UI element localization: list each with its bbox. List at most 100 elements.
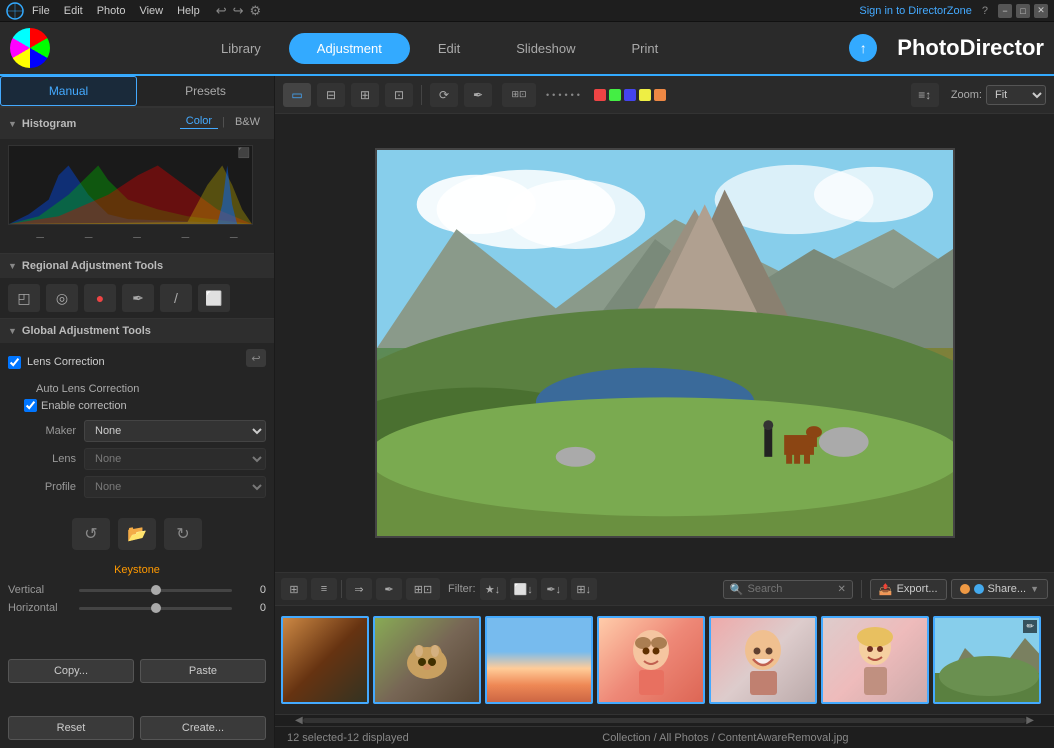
- color-label-red[interactable]: [594, 89, 606, 101]
- maximize-button[interactable]: □: [1016, 4, 1030, 18]
- regional-section-header[interactable]: ▼ Regional Adjustment Tools: [0, 253, 274, 278]
- filter-flag-btn[interactable]: ⬜↓: [510, 578, 537, 600]
- view-compare-btn[interactable]: ⊟: [317, 83, 345, 107]
- menu-help[interactable]: Help: [177, 5, 200, 17]
- global-section-header[interactable]: ▼ Global Adjustment Tools: [0, 318, 274, 343]
- reset-button[interactable]: Reset: [8, 716, 134, 740]
- vertical-thumb[interactable]: [151, 585, 161, 595]
- profile-select[interactable]: None: [84, 476, 266, 498]
- paste-button[interactable]: Paste: [140, 659, 266, 683]
- color-btn[interactable]: Color: [180, 114, 218, 129]
- brush-tool[interactable]: ✒: [122, 284, 154, 312]
- thumbnail-1[interactable]: [373, 616, 481, 704]
- displayed-count: 12 displayed: [347, 732, 409, 744]
- histogram-arrow: ▼: [8, 119, 17, 129]
- radial-tool[interactable]: ◎: [46, 284, 78, 312]
- minimize-button[interactable]: −: [998, 4, 1012, 18]
- close-button[interactable]: ✕: [1034, 4, 1048, 18]
- rotate-right-icon[interactable]: ↻: [164, 518, 202, 550]
- vertical-slider[interactable]: [79, 589, 232, 592]
- undo-icon[interactable]: ↩: [216, 3, 227, 19]
- nav-tabs: Library Adjustment Edit Slideshow Print: [193, 33, 686, 64]
- eye-tool[interactable]: ●: [84, 284, 116, 312]
- thumbnail-4[interactable]: [709, 616, 817, 704]
- eraser-tool[interactable]: /: [160, 284, 192, 312]
- color-label-orange[interactable]: [654, 89, 666, 101]
- bw-btn[interactable]: B&W: [229, 115, 266, 129]
- gradient-tool[interactable]: ◰: [8, 284, 40, 312]
- menu-edit[interactable]: Edit: [64, 5, 83, 17]
- tab-edit[interactable]: Edit: [410, 33, 488, 64]
- before-after-btn[interactable]: ⊞⊡: [502, 83, 536, 107]
- flag-btn[interactable]: ⊞⊡: [406, 578, 440, 600]
- vertical-slider-row: Vertical 0: [8, 584, 266, 596]
- thumbnail-6[interactable]: ✏: [933, 616, 1041, 704]
- menu-view[interactable]: View: [139, 5, 163, 17]
- right-tools: ≡↕ Zoom: Fit 25% 50% 100% 200%: [911, 83, 1046, 107]
- clear-search-btn[interactable]: ✕: [837, 584, 845, 595]
- color-label-blue[interactable]: [624, 89, 636, 101]
- export-button[interactable]: 📤 Export...: [870, 579, 947, 600]
- histogram-expand-icon[interactable]: ⬛: [238, 148, 250, 159]
- tag-btn[interactable]: ⇒: [346, 578, 372, 600]
- create-button[interactable]: Create...: [140, 716, 266, 740]
- rotate-tool-btn[interactable]: ⟳: [430, 83, 458, 107]
- search-divider: [861, 580, 862, 598]
- share-button[interactable]: Share... ▼: [951, 579, 1048, 599]
- color-label-yellow[interactable]: [639, 89, 651, 101]
- tab-print[interactable]: Print: [604, 33, 687, 64]
- thumbnail-2[interactable]: [485, 616, 593, 704]
- tab-adjustment[interactable]: Adjustment: [289, 33, 410, 64]
- rate-btn[interactable]: ✒: [376, 578, 402, 600]
- lens-checkbox[interactable]: [8, 356, 21, 369]
- histogram-section-header[interactable]: ▼ Histogram Color | B&W: [0, 107, 274, 139]
- zoom-select[interactable]: Fit 25% 50% 100% 200%: [986, 85, 1046, 105]
- share-dropdown-arrow[interactable]: ▼: [1030, 584, 1039, 594]
- filter-star-btn[interactable]: ★↓: [480, 578, 506, 600]
- rotate-left-icon[interactable]: ↺: [72, 518, 110, 550]
- scroll-right-btn[interactable]: ▶: [1026, 715, 1034, 726]
- menu-file[interactable]: File: [32, 5, 50, 17]
- list-btn[interactable]: ≡: [311, 578, 337, 600]
- thumbnail-0[interactable]: [281, 616, 369, 704]
- search-input[interactable]: [747, 583, 837, 595]
- thumbnail-3[interactable]: [597, 616, 705, 704]
- profile-label: Profile: [16, 481, 76, 493]
- filmstrip-btn[interactable]: ⊞: [281, 578, 307, 600]
- menu-photo[interactable]: Photo: [97, 5, 126, 17]
- horizontal-thumb[interactable]: [151, 603, 161, 613]
- open-folder-icon[interactable]: 📂: [118, 518, 156, 550]
- mask-tool[interactable]: ⬜: [198, 284, 230, 312]
- filter-color-btn[interactable]: ✒↓: [541, 578, 567, 600]
- help-icon[interactable]: ?: [982, 5, 988, 17]
- sort-btn[interactable]: ≡↕: [911, 83, 939, 107]
- settings-icon[interactable]: ⚙: [250, 3, 262, 19]
- tab-slideshow[interactable]: Slideshow: [488, 33, 603, 64]
- maker-select[interactable]: None: [84, 420, 266, 442]
- lens-select[interactable]: None: [84, 448, 266, 470]
- tab-manual[interactable]: Manual: [0, 76, 137, 106]
- lens-undo-button[interactable]: ↩: [246, 349, 266, 367]
- scroll-track[interactable]: [303, 718, 1027, 723]
- horizontal-slider[interactable]: [79, 607, 232, 610]
- copy-button[interactable]: Copy...: [8, 659, 134, 683]
- dot-group: • • • • • •: [546, 90, 580, 100]
- filter-more-btn[interactable]: ⊞↓: [571, 578, 597, 600]
- view-single-btn[interactable]: ▭: [283, 83, 311, 107]
- color-label-green[interactable]: [609, 89, 621, 101]
- window-controls: − □ ✕: [998, 4, 1048, 18]
- tab-library[interactable]: Library: [193, 33, 289, 64]
- tab-presets[interactable]: Presets: [137, 76, 274, 106]
- view-toolbar: ▭ ⊟ ⊞ ⊡ ⟳ ✒ ⊞⊡ • • • • • •: [275, 76, 1054, 114]
- scroll-left-btn[interactable]: ◀: [295, 715, 303, 726]
- view-grid-btn[interactable]: ⊞: [351, 83, 379, 107]
- view-fullscreen-btn[interactable]: ⊡: [385, 83, 413, 107]
- enable-correction-checkbox[interactable]: [24, 399, 37, 412]
- brush-adj-btn[interactable]: ✒: [464, 83, 492, 107]
- thumbnail-5[interactable]: [821, 616, 929, 704]
- enable-correction-check[interactable]: Enable correction: [24, 399, 266, 412]
- upgrade-icon[interactable]: ↑: [849, 34, 877, 62]
- keystone-title: Keystone: [8, 564, 266, 576]
- redo-icon[interactable]: ↪: [233, 3, 244, 19]
- sign-in-link[interactable]: Sign in to DirectorZone ?: [859, 5, 988, 17]
